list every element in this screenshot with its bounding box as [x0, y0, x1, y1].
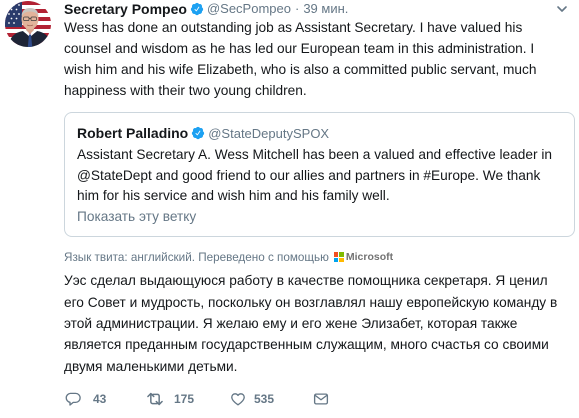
translation-attribution: Язык твита: английский. Переведено с пом…: [64, 250, 393, 264]
microsoft-logo-square: [339, 257, 344, 262]
quoted-author-handle: @StateDeputySPOX: [208, 125, 330, 141]
translation-label: Язык твита: английский. Переведено с пом…: [64, 250, 329, 264]
heart-icon: [231, 393, 245, 406]
retweet-icon: [147, 392, 163, 406]
quoted-tweet[interactable]: Robert Palladino @StateDeputySPOX Assist…: [64, 112, 575, 237]
like-count: 535: [254, 392, 275, 406]
translation-provider: Microsoft: [345, 251, 394, 263]
like-button[interactable]: 535: [229, 389, 274, 409]
microsoft-logo-square: [339, 252, 344, 257]
translated-text: Уэс сделал выдающуюся работу в качестве …: [64, 273, 558, 374]
quoted-author-name: Robert Palladino: [77, 125, 189, 141]
microsoft-logo-square: [333, 257, 339, 262]
more-menu-button[interactable]: [555, 3, 569, 15]
microsoft-logo-icon: [333, 252, 344, 262]
quoted-tweet-text: Assistant Secretary A. Wess Mitchell has…: [77, 147, 553, 203]
tweet-header: Secretary Pompeo @SecPompeo · 39 мин.: [64, 0, 348, 17]
author-avatar[interactable]: [5, 1, 51, 47]
reply-button[interactable]: 43: [64, 389, 106, 409]
tweet-text: Wess has done an outstanding job as Assi…: [64, 19, 537, 99]
reply-count: 43: [93, 392, 107, 406]
verified-badge-icon: [191, 126, 205, 140]
author-handle[interactable]: @SecPompeo: [207, 1, 291, 16]
retweet-count: 175: [174, 392, 195, 406]
chevron-down-icon: [557, 6, 567, 12]
direct-message-button[interactable]: [312, 389, 330, 409]
envelope-icon: [313, 393, 329, 405]
retweet-button[interactable]: 175: [145, 389, 194, 409]
show-thread-link[interactable]: Показать эту ветку: [77, 207, 574, 227]
reply-icon: [65, 392, 81, 406]
header-separator: ·: [294, 1, 300, 16]
tweet-timestamp[interactable]: 39 мин.: [303, 1, 348, 16]
author-name[interactable]: Secretary Pompeo: [64, 1, 187, 17]
verified-badge-icon: [190, 2, 204, 16]
microsoft-logo-square: [333, 252, 339, 257]
quoted-tweet-header: Robert Palladino @StateDeputySPOX: [77, 123, 574, 143]
